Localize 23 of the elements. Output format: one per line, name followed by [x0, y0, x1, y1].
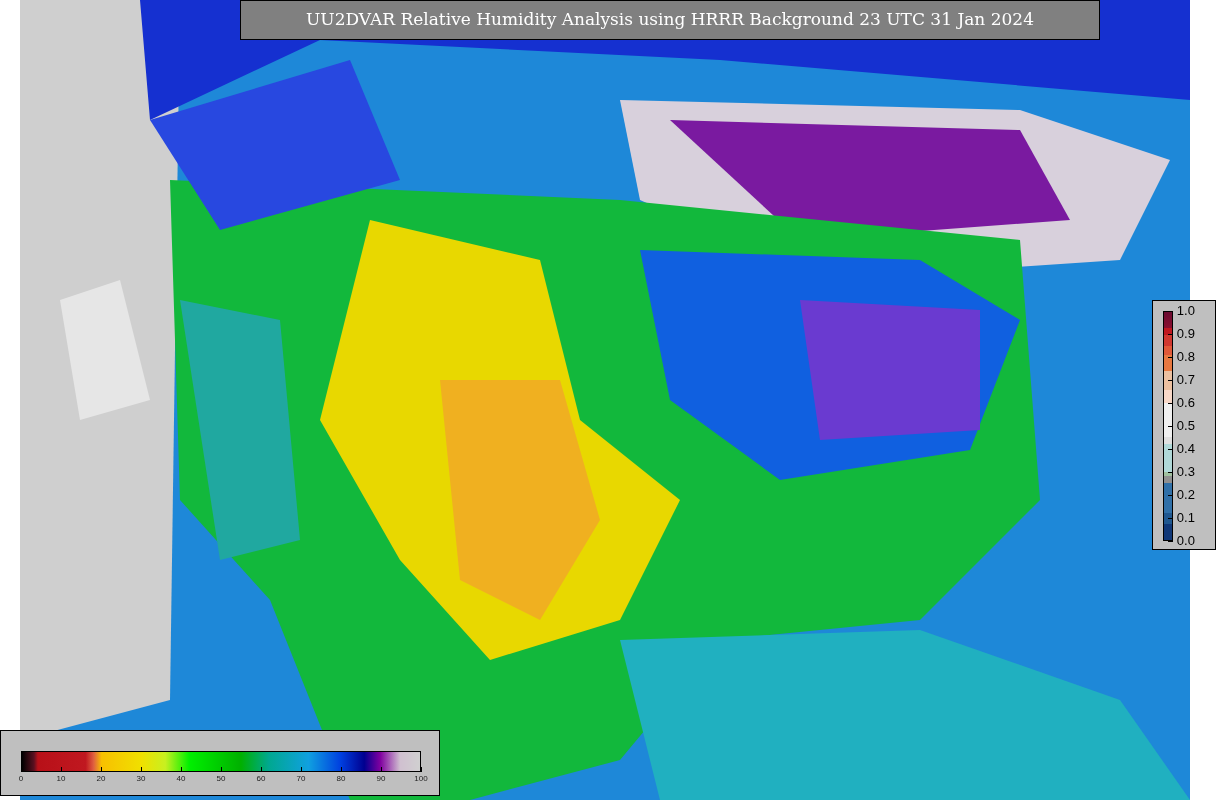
colorbar-tick-label: 70 [295, 774, 307, 784]
colorbar-tick-label: 1.0 [1176, 304, 1195, 318]
colorbar-tick-label: 0.4 [1176, 442, 1195, 456]
colorbar-tick-label: 0.8 [1176, 350, 1195, 364]
colorbar-tick-label: 0.7 [1176, 373, 1195, 387]
colorbar-tick-label: 0 [17, 774, 25, 784]
colorbar-tick-label: 30 [135, 774, 147, 784]
colorbar-tick-label: 40 [175, 774, 187, 784]
colorbar-tick-label: 50 [215, 774, 227, 784]
colorbar-tick-label: 20 [95, 774, 107, 784]
colorbar-tick-label: 0.2 [1176, 488, 1195, 502]
colorbar-tick-label: 0.6 [1176, 396, 1195, 410]
map-title: UU2DVAR Relative Humidity Analysis using HRRR Background 23 UTC 31 Jan 2024 [306, 8, 1034, 32]
colorbar-tick-label: 80 [335, 774, 347, 784]
colorbar-tick-label: 0.3 [1176, 465, 1195, 479]
colorbar-tick-label: 100 [413, 774, 429, 784]
colorbar-tick-label: 0.0 [1176, 534, 1195, 548]
colorbar-tick-label: 0.5 [1176, 419, 1195, 433]
colorbar-tick-label: 60 [255, 774, 267, 784]
colorbar-tick-label: 0.1 [1176, 511, 1195, 525]
colorbar-tick-label: 90 [375, 774, 387, 784]
colorbar-tick-label: 0.9 [1176, 327, 1195, 341]
colorbar-tick-label: 10 [55, 774, 67, 784]
